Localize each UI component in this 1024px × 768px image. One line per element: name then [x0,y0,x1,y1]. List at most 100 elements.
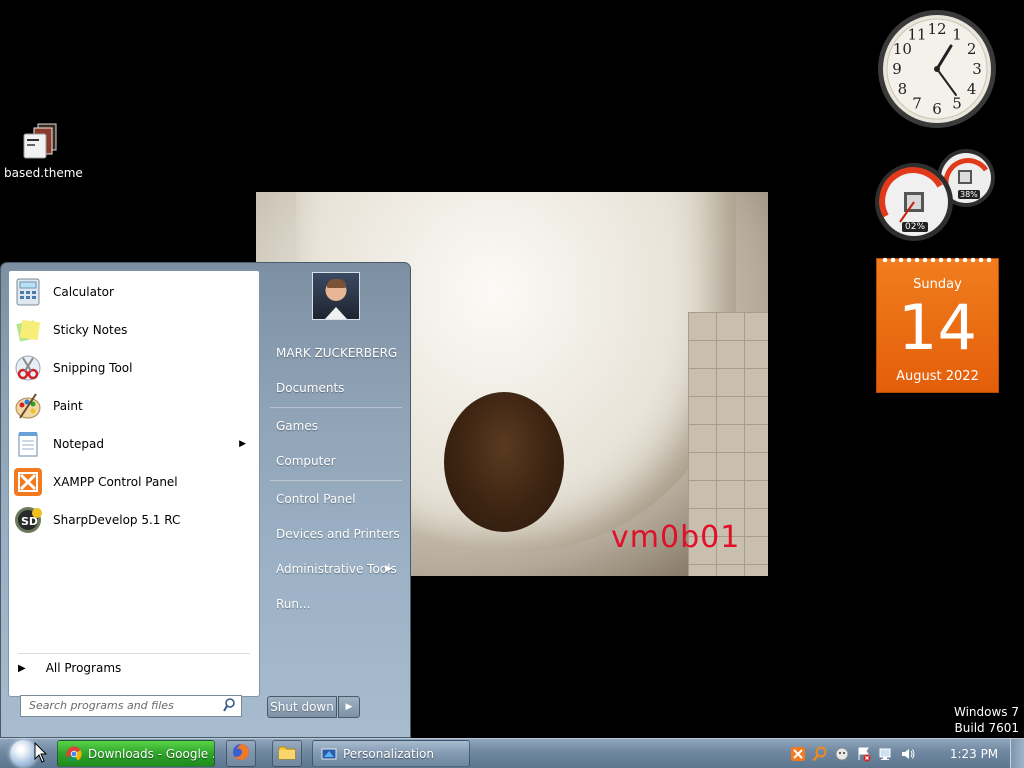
calendar-weekday: Sunday [913,277,962,292]
clock-numeral: 4 [967,80,977,98]
cpu-percent: 02% [902,222,929,232]
clock-numeral: 3 [972,60,982,78]
program-sharpdevelop[interactable]: SD SharpDevelop 5.1 RC [10,502,256,538]
program-label: Notepad [53,437,104,451]
show-desktop-button[interactable] [1010,739,1024,768]
clock-numeral: 12 [927,20,946,38]
clock-numeral: 11 [907,25,926,43]
program-label: Paint [53,399,83,413]
program-label: Snipping Tool [53,361,133,375]
wallpaper-center [444,392,564,532]
submenu-arrow-icon[interactable]: ▶ [239,439,246,449]
program-label: SharpDevelop 5.1 RC [53,513,181,527]
avatar-shirt [325,307,347,319]
run-label: Run... [276,597,311,611]
search-placeholder: Search programs and files [29,699,174,712]
clock-gadget[interactable]: 12 1 2 3 4 5 6 7 8 9 10 11 [876,8,998,130]
start-administrative-tools[interactable]: Administrative Tools ▶ [268,555,402,583]
control-panel-label: Control Panel [276,492,356,506]
clock-numeral: 7 [912,95,922,113]
program-label: Calculator [53,285,114,299]
windows-version: Windows 7 [953,705,1019,719]
taskbar-firefox-button[interactable] [226,740,256,767]
action-center-icon[interactable] [856,746,872,762]
xampp-icon [12,466,44,498]
program-sticky-notes[interactable]: Sticky Notes [10,312,256,348]
start-user-name[interactable]: MARK ZUCKERBERG [268,339,402,367]
network-icon[interactable] [878,746,894,762]
start-games[interactable]: Games [268,412,402,440]
clock-numeral: 8 [898,80,908,98]
palette-icon [12,390,44,422]
all-programs-button[interactable]: ▶ All Programs [18,655,121,681]
start-computer[interactable]: Computer [268,447,402,475]
all-programs-label: All Programs [45,661,122,675]
divider [270,407,402,409]
calendar-gadget[interactable]: Sunday 14 August 2022 [876,255,999,393]
clock-numeral: 5 [952,95,962,113]
cpu-meter-gadget[interactable]: 02% 38% [874,148,1000,244]
clock-numeral: 1 [952,25,962,43]
calendar-month-year: August 2022 [896,369,979,384]
windows-orb-icon [10,740,37,767]
submenu-arrow-icon: ▶ [385,564,392,574]
start-run[interactable]: Run... [268,590,402,618]
volume-icon[interactable] [900,746,916,762]
notepad-icon [12,428,44,460]
program-calculator[interactable]: Calculator [10,274,256,310]
program-snipping-tool[interactable]: Snipping Tool [10,350,256,386]
computer-label: Computer [276,454,336,468]
divider [270,480,402,482]
divider [18,653,250,654]
folder-icon [278,744,296,763]
start-menu-programs-pane: Calculator Sticky Notes Snipping Tool Pa… [8,270,260,738]
personalization-icon [321,746,337,762]
avatar-hair [327,279,346,288]
desktop-icon-label: based.theme [4,166,83,180]
taskbar-chrome-button[interactable]: Downloads - Google ... [57,740,215,767]
program-paint[interactable]: Paint [10,388,256,424]
xampp-icon[interactable] [790,746,806,762]
taskbar-button-label: Personalization [343,746,434,761]
shutdown-button[interactable]: Shut down [267,696,337,718]
wallpaper-watermark: vm0b01 [611,520,741,555]
taskbar-clock[interactable]: 1:23 PM [944,744,1004,764]
search-tray-icon[interactable] [812,746,828,762]
start-control-panel[interactable]: Control Panel [268,485,402,513]
games-label: Games [276,419,318,433]
scissors-icon [12,352,44,384]
calendar-rings [881,255,994,265]
chrome-icon [66,746,82,762]
administrative-tools-label: Administrative Tools [276,562,397,576]
windows-build: Build 7601 [954,721,1019,735]
documents-label: Documents [276,381,345,395]
theme-file-icon [18,120,62,164]
firefox-icon [232,743,250,764]
search-input[interactable]: Search programs and files [20,695,242,717]
clock-numeral: 9 [892,60,902,78]
taskbar-personalization-button[interactable]: Personalization [312,740,470,767]
system-tray [790,744,916,764]
shutdown-options-button[interactable]: ▶ [338,696,360,718]
sticky-notes-icon [12,314,44,346]
desktop-icon-based-theme[interactable]: based.theme [4,120,83,180]
taskbar-explorer-button[interactable] [272,740,302,767]
program-label: Sticky Notes [53,323,128,337]
program-notepad[interactable]: Notepad ▶ [10,426,256,462]
taskbar-button-label: Downloads - Google ... [88,746,215,761]
windows-version-watermark: Windows 7 Build 7601 [954,704,1019,736]
program-label: XAMPP Control Panel [53,475,178,489]
clock-numeral: 2 [967,40,977,58]
program-xampp[interactable]: XAMPP Control Panel [10,464,256,500]
search-icon[interactable] [223,698,235,712]
calculator-icon [12,276,44,308]
start-devices-printers[interactable]: Devices and Printers [268,520,402,548]
start-documents[interactable]: Documents [268,374,402,402]
expand-arrow-icon: ▶ [18,662,26,674]
mouse-cursor-icon [34,741,48,764]
clock-numeral: 6 [932,100,942,118]
devices-printers-label: Devices and Printers [276,527,400,541]
messenger-icon[interactable] [834,746,850,762]
user-name-label: MARK ZUCKERBERG [276,346,398,360]
user-avatar[interactable] [312,272,360,320]
